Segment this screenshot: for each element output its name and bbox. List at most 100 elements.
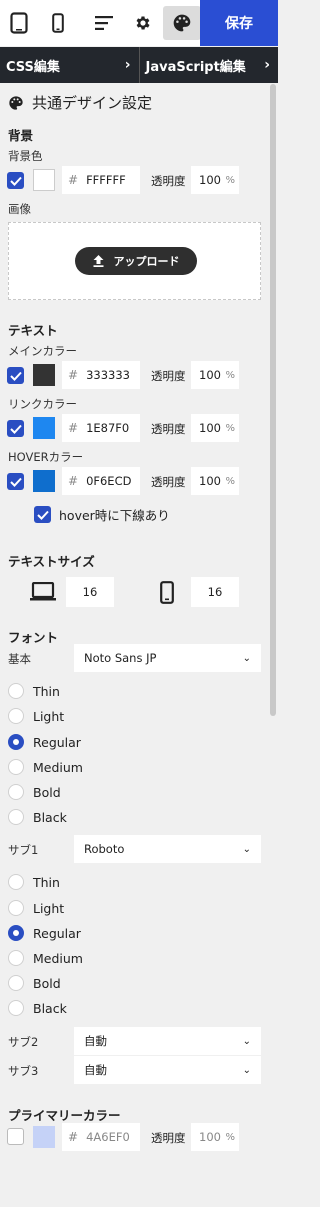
check-icon	[9, 477, 22, 487]
palette-icon	[173, 14, 191, 32]
main-color-checkbox[interactable]	[7, 367, 24, 384]
design-button[interactable]	[163, 6, 201, 40]
chevron-down-icon: ⌄	[242, 1035, 251, 1047]
hover-color-hex-input[interactable]: # 0F6ECD	[62, 467, 140, 495]
percent-sign: %	[225, 475, 235, 487]
save-button[interactable]: 保存	[200, 0, 278, 46]
main-color-label: メインカラー	[8, 344, 77, 358]
tablet-icon	[10, 12, 28, 34]
main-color-swatch[interactable]	[33, 364, 55, 386]
radio-button[interactable]	[8, 759, 24, 775]
font-base-select[interactable]: Noto Sans JP ⌄	[74, 644, 261, 672]
font-sub1-weight-medium[interactable]: Medium	[8, 950, 83, 966]
hover-color-swatch[interactable]	[33, 470, 55, 492]
radio-button[interactable]	[8, 950, 24, 966]
link-color-hex-input[interactable]: # 1E87F0	[62, 414, 140, 442]
main-color-alpha-input[interactable]: 100 %	[191, 361, 239, 389]
font-sub1-weight-regular[interactable]: Regular	[8, 925, 81, 941]
mobile-text-size-input[interactable]: 16	[191, 577, 239, 607]
tab-css[interactable]: CSS編集 ›	[0, 47, 139, 83]
tab-javascript[interactable]: JavaScript編集 ›	[138, 47, 279, 83]
background-hex-input[interactable]: # FFFFFF	[62, 166, 140, 194]
font-sub1-weight-bold[interactable]: Bold	[8, 975, 61, 991]
primary-color-checkbox[interactable]	[7, 1128, 24, 1145]
hover-color-alpha-label: 透明度	[151, 475, 186, 489]
settings-button[interactable]	[124, 6, 162, 40]
font-sub1-select[interactable]: Roboto ⌄	[74, 835, 261, 863]
font-sub1-value: Roboto	[84, 842, 125, 856]
font-sub1-label: サブ1	[8, 843, 39, 857]
radio-button[interactable]	[8, 809, 24, 825]
desktop-text-size-input[interactable]: 16	[66, 577, 114, 607]
link-color-swatch[interactable]	[33, 417, 55, 439]
radio-label: Thin	[33, 874, 60, 890]
font-sub1-weight-black[interactable]: Black	[8, 1000, 67, 1016]
tab-javascript-label: JavaScript編集	[145, 59, 246, 75]
font-base-weight-black[interactable]: Black	[8, 809, 67, 825]
font-base-weight-thin[interactable]: Thin	[8, 683, 60, 699]
font-sub1-weight-thin[interactable]: Thin	[8, 874, 60, 890]
radio-button[interactable]	[8, 874, 24, 890]
hash-icon: #	[68, 1130, 79, 1144]
radio-button-selected[interactable]	[8, 734, 24, 750]
main-color-hex-input[interactable]: # 333333	[62, 361, 140, 389]
palette-icon	[9, 95, 23, 110]
hover-underline-label: hover時に下線あり	[59, 508, 170, 523]
primary-color-swatch[interactable]	[33, 1126, 55, 1148]
tablet-view-button[interactable]	[0, 6, 38, 40]
background-hex-value: FFFFFF	[86, 173, 126, 187]
primary-color-alpha-input[interactable]: 100 %	[191, 1123, 239, 1151]
radio-button[interactable]	[8, 975, 24, 991]
main-color-hex-value: 333333	[86, 368, 130, 382]
main-color-alpha-value: 100	[199, 368, 221, 382]
link-color-checkbox[interactable]	[7, 420, 24, 437]
background-color-swatch[interactable]	[33, 169, 55, 191]
background-color-checkbox[interactable]	[7, 172, 24, 189]
phone-icon	[160, 581, 174, 604]
radio-button[interactable]	[8, 708, 24, 724]
font-base-weight-bold[interactable]: Bold	[8, 784, 61, 800]
background-alpha-input[interactable]: 100 %	[191, 166, 239, 194]
font-base-weight-medium[interactable]: Medium	[8, 759, 83, 775]
radio-label: Bold	[33, 975, 61, 991]
hover-underline-checkbox[interactable]	[34, 506, 51, 523]
radio-button[interactable]	[8, 1000, 24, 1016]
radio-label: Regular	[33, 925, 81, 941]
hash-icon: #	[68, 421, 79, 435]
font-base-weight-regular[interactable]: Regular	[8, 734, 81, 750]
background-color-label: 背景色	[8, 149, 43, 163]
font-base-value: Noto Sans JP	[84, 651, 157, 665]
hover-color-hex-value: 0F6ECD	[86, 474, 132, 488]
radio-button[interactable]	[8, 683, 24, 699]
radio-button-selected[interactable]	[8, 925, 24, 941]
text-align-button[interactable]	[85, 6, 123, 40]
desktop-text-size-value: 16	[82, 585, 98, 599]
chevron-down-icon: ⌄	[242, 1064, 251, 1076]
link-color-alpha-input[interactable]: 100 %	[191, 414, 239, 442]
primary-color-alpha-value: 100	[199, 1130, 221, 1144]
hover-color-checkbox[interactable]	[7, 473, 24, 490]
hover-color-alpha-input[interactable]: 100 %	[191, 467, 239, 495]
percent-sign: %	[225, 369, 235, 381]
hash-icon: #	[68, 173, 79, 187]
primary-color-hex-value: 4A6EF0	[86, 1130, 130, 1144]
font-sub1-weight-light[interactable]: Light	[8, 900, 64, 916]
radio-label: Medium	[33, 950, 83, 966]
font-base-weight-light[interactable]: Light	[8, 708, 64, 724]
radio-button[interactable]	[8, 784, 24, 800]
hash-icon: #	[68, 474, 79, 488]
primary-color-hex-input[interactable]: # 4A6EF0	[62, 1123, 140, 1151]
percent-sign: %	[225, 1131, 235, 1143]
upload-button[interactable]: アップロード	[75, 247, 197, 275]
font-sub2-select[interactable]: 自動 ⌄	[74, 1027, 261, 1055]
hash-icon: #	[68, 368, 79, 382]
font-sub2-label: サブ2	[8, 1035, 39, 1049]
link-color-label: リンクカラー	[8, 397, 77, 411]
phone-view-button[interactable]	[39, 6, 77, 40]
font-sub3-select[interactable]: 自動 ⌄	[74, 1056, 261, 1084]
chevron-down-icon: ⌄	[242, 843, 251, 855]
radio-button[interactable]	[8, 900, 24, 916]
scrollbar[interactable]	[270, 84, 276, 716]
hover-underline-option[interactable]: hover時に下線あり	[34, 505, 170, 524]
editor-tabbar: CSS編集 › JavaScript編集 ›	[0, 47, 278, 83]
